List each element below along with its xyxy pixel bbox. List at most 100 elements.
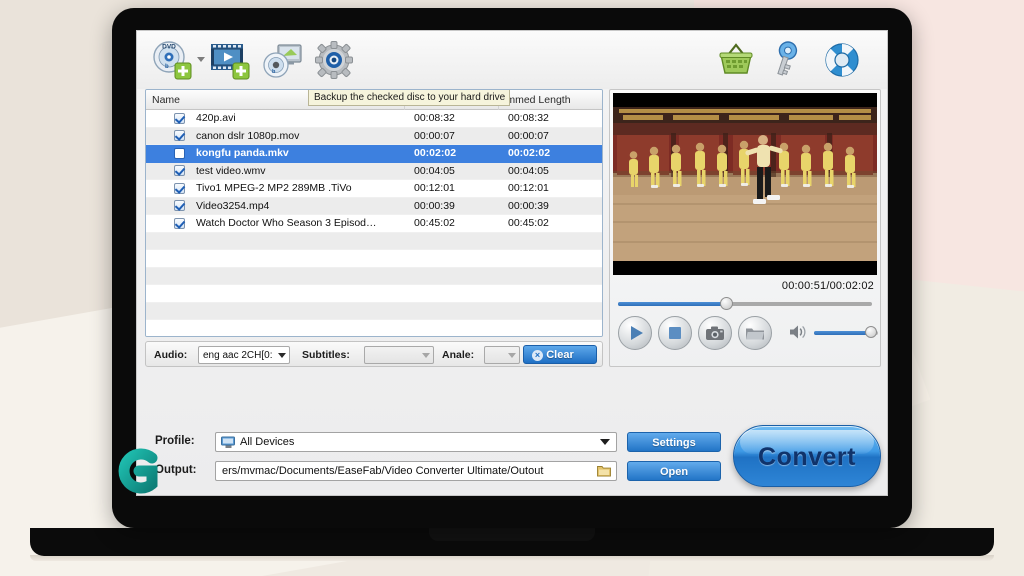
file-list-header: Name Length immed Length Backup the chec… bbox=[146, 90, 602, 110]
output-path-value: ers/mvmac/Documents/EaseFab/Video Conver… bbox=[222, 465, 544, 477]
row-checkbox[interactable] bbox=[174, 182, 185, 194]
row-checkbox[interactable] bbox=[174, 112, 185, 124]
video-preview[interactable] bbox=[613, 93, 877, 275]
row-trimmed-length: 00:00:07 bbox=[508, 129, 549, 142]
row-length: 00:45:02 bbox=[414, 217, 455, 229]
row-checkbox[interactable] bbox=[174, 130, 185, 141]
row-checkbox[interactable] bbox=[174, 200, 185, 211]
empty-row[interactable] bbox=[146, 302, 602, 320]
clear-button[interactable]: × Clear bbox=[523, 345, 597, 364]
row-length: 00:04:05 bbox=[414, 164, 455, 177]
key-register-icon[interactable] bbox=[767, 39, 809, 86]
angle-label: Anale: bbox=[442, 349, 475, 361]
profile-value: All Devices bbox=[240, 436, 295, 448]
row-trimmed-length: 00:08:32 bbox=[508, 112, 549, 124]
row-file-name: test video.wmv bbox=[196, 164, 266, 177]
shopping-basket-icon[interactable] bbox=[715, 39, 757, 86]
snapshot-button[interactable] bbox=[698, 316, 732, 350]
empty-row[interactable] bbox=[146, 320, 602, 336]
row-file-name: kongfu panda.mkv bbox=[196, 147, 289, 159]
profile-label: Profile: bbox=[155, 435, 195, 447]
chevron-down-icon bbox=[278, 353, 286, 358]
audio-select-value: eng aac 2CH[0: bbox=[203, 350, 273, 361]
application-window: DVD b b Name immed Length Backup the che… bbox=[136, 30, 888, 496]
convert-button-label: Convert bbox=[758, 443, 856, 471]
output-path-input[interactable]: ers/mvmac/Documents/EaseFab/Video Conver… bbox=[215, 461, 617, 481]
open-folder-button[interactable] bbox=[738, 316, 772, 350]
volume-slider[interactable] bbox=[814, 326, 878, 338]
stop-icon bbox=[669, 327, 681, 339]
column-header-trimmed[interactable]: immed Length bbox=[504, 94, 571, 106]
life-preserver-help-icon[interactable] bbox=[821, 39, 863, 86]
row-file-name: Video3254.mp4 bbox=[196, 199, 270, 212]
folder-icon bbox=[746, 328, 764, 340]
row-trimmed-length: 00:00:39 bbox=[508, 199, 549, 212]
table-row[interactable]: Video3254.mp4 00:00:39 00:00:39 bbox=[146, 197, 602, 215]
settings-gear-icon[interactable] bbox=[313, 39, 355, 86]
empty-row[interactable] bbox=[146, 250, 602, 268]
add-video-icon[interactable] bbox=[209, 39, 251, 86]
close-circle-icon: × bbox=[532, 350, 543, 361]
toolbar-tooltip: Backup the checked disc to your hard dri… bbox=[308, 90, 511, 106]
audio-label: Audio: bbox=[154, 349, 188, 361]
settings-button[interactable]: Settings bbox=[627, 432, 721, 452]
convert-button[interactable]: Convert bbox=[733, 425, 881, 487]
camera-icon bbox=[706, 326, 724, 340]
column-header-name[interactable]: Name bbox=[152, 94, 180, 106]
speaker-icon[interactable] bbox=[788, 323, 808, 346]
chevron-down-icon[interactable] bbox=[197, 57, 205, 62]
empty-row[interactable] bbox=[146, 285, 602, 303]
play-icon bbox=[631, 326, 643, 340]
svg-text:DVD: DVD bbox=[162, 44, 176, 51]
row-trimmed-length: 00:04:05 bbox=[508, 164, 549, 177]
file-list-rows: 420p.avi 00:08:32 00:08:32 canon dslr 1080p… bbox=[146, 110, 602, 336]
row-checkbox[interactable] bbox=[174, 217, 185, 229]
table-row[interactable]: canon dslr 1080p.mov 00:00:07 00:00:07 bbox=[146, 127, 602, 145]
open-button[interactable]: Open bbox=[627, 461, 721, 481]
volume-fill bbox=[814, 331, 870, 335]
toolbar: DVD b b bbox=[137, 31, 887, 89]
add-disc-icon[interactable]: DVD b bbox=[151, 39, 193, 86]
bottom-panel: Profile: All Devices Settings Output: er… bbox=[137, 379, 887, 495]
backup-disc-icon[interactable]: b bbox=[261, 39, 303, 86]
preview-pane: 00:00:51/00:02:02 bbox=[609, 89, 881, 367]
chevron-down-icon bbox=[422, 353, 430, 358]
audio-select[interactable]: eng aac 2CH[0: bbox=[198, 346, 290, 364]
empty-row[interactable] bbox=[146, 267, 602, 285]
row-checkbox[interactable] bbox=[174, 165, 185, 176]
seek-fill bbox=[618, 302, 725, 306]
row-length: 00:00:39 bbox=[414, 199, 455, 212]
output-label: Output: bbox=[155, 464, 197, 476]
angle-select[interactable] bbox=[484, 346, 520, 364]
devices-icon bbox=[221, 436, 235, 448]
table-row[interactable]: Watch Doctor Who Season 3 Episod… 00:45:0… bbox=[146, 215, 602, 233]
row-file-name: canon dslr 1080p.mov bbox=[196, 129, 300, 142]
row-trimmed-length: 00:02:02 bbox=[508, 147, 551, 159]
table-row[interactable]: kongfu panda.mkv 00:02:02 00:02:02 bbox=[146, 145, 602, 163]
seek-handle[interactable] bbox=[719, 297, 733, 310]
seek-slider[interactable] bbox=[618, 297, 872, 310]
table-row[interactable]: test video.wmv 00:04:05 00:04:05 bbox=[146, 162, 602, 180]
row-trimmed-length: 00:12:01 bbox=[508, 182, 549, 194]
track-selection-bar: Audio: eng aac 2CH[0: Subtitles: Anale: … bbox=[145, 341, 603, 367]
playback-time: 00:00:51/00:02:02 bbox=[781, 280, 874, 292]
stop-button[interactable] bbox=[658, 316, 692, 350]
laptop-mockup: DVD b b Name immed Length Backup the che… bbox=[0, 0, 1024, 576]
subtitles-select[interactable] bbox=[364, 346, 434, 364]
row-length: 00:00:07 bbox=[414, 129, 455, 142]
profile-select[interactable]: All Devices bbox=[215, 432, 617, 452]
file-list[interactable]: Name Length immed Length Backup the chec… bbox=[145, 89, 603, 337]
row-checkbox[interactable] bbox=[174, 147, 185, 159]
chevron-down-icon bbox=[600, 439, 610, 445]
row-trimmed-length: 00:45:02 bbox=[508, 217, 549, 229]
subtitles-label: Subtitles: bbox=[302, 349, 350, 361]
row-length: 00:02:02 bbox=[414, 147, 457, 159]
clear-button-label: Clear bbox=[546, 349, 574, 361]
table-row[interactable]: Tivo1 MPEG-2 MP2 289MB .TiVo 00:12:01 00:1… bbox=[146, 180, 602, 198]
row-file-name: Tivo1 MPEG-2 MP2 289MB .TiVo bbox=[196, 182, 352, 194]
play-button[interactable] bbox=[618, 316, 652, 350]
volume-handle[interactable] bbox=[865, 326, 878, 338]
row-file-name: 420p.avi bbox=[196, 112, 236, 124]
table-row[interactable]: 420p.avi 00:08:32 00:08:32 bbox=[146, 110, 602, 128]
empty-row[interactable] bbox=[146, 232, 602, 250]
